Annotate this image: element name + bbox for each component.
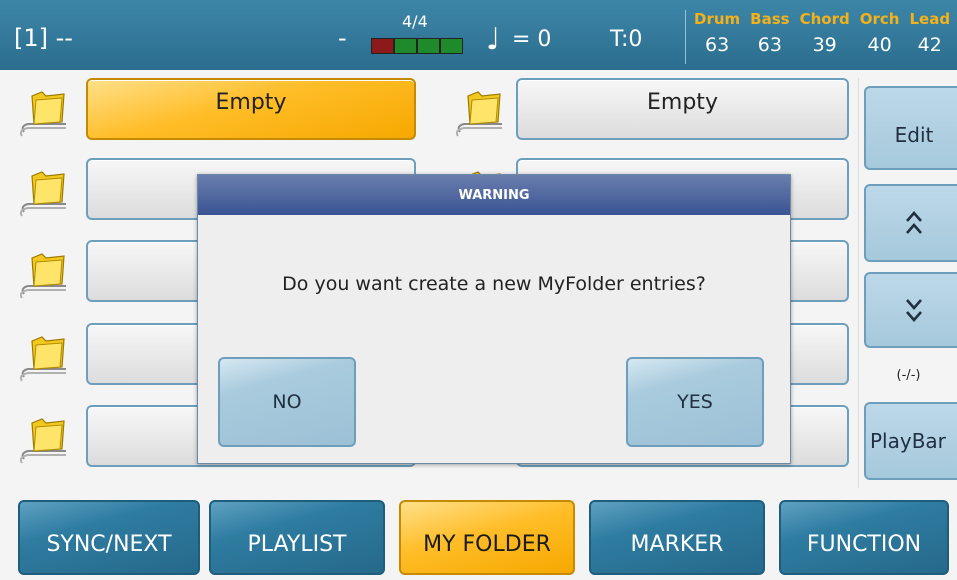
status-divider: [685, 10, 686, 64]
part-value: 63: [704, 34, 730, 56]
status-bar: [1] -- - 4/4 ♩ = 0 T:0 Drum 63 Bass 63 Cho…: [0, 0, 957, 70]
double-chevron-down-icon: [906, 299, 922, 322]
part-name: Lead: [909, 10, 951, 28]
side-panel: Edit (-/-) PlayBar: [858, 78, 957, 488]
folder-slot-right-1[interactable]: Empty: [516, 78, 849, 140]
tab-function[interactable]: FUNCTION: [779, 500, 949, 575]
dialog-title: WARNING: [198, 175, 790, 215]
playbar-button[interactable]: PlayBar: [864, 402, 957, 480]
page-indicator: (-/-): [896, 368, 921, 383]
folder-icon: [16, 158, 72, 228]
tab-marker[interactable]: MARKER: [589, 500, 765, 575]
tab-playlist[interactable]: PLAYLIST: [209, 500, 385, 575]
folder-icon: [16, 240, 72, 310]
folder-icon: [452, 78, 508, 148]
folder-icon: [16, 405, 72, 475]
part-orch: Orch 40: [860, 10, 900, 56]
part-name: Orch: [859, 10, 900, 28]
time-signature: 4/4: [402, 12, 428, 31]
quarter-note-icon: ♩: [486, 22, 501, 57]
beat-meter: [371, 38, 463, 54]
part-name: Bass: [750, 10, 790, 28]
part-value: 40: [867, 34, 892, 56]
tab-my-folder[interactable]: MY FOLDER: [399, 500, 575, 575]
scroll-up-button[interactable]: [864, 184, 957, 262]
part-lead: Lead 42: [909, 10, 950, 56]
no-button[interactable]: NO: [218, 357, 356, 447]
part-value: 63: [757, 34, 782, 56]
part-drum: Drum 63: [694, 10, 740, 56]
yes-button[interactable]: YES: [626, 357, 764, 447]
tempo-value: = 0: [512, 27, 552, 52]
part-name: Chord: [799, 10, 850, 28]
warning-dialog: WARNING Do you want create a new MyFolde…: [197, 174, 791, 464]
folder-icon: [16, 323, 72, 393]
part-value: 39: [812, 34, 837, 56]
double-chevron-up-icon: [906, 211, 922, 234]
scroll-down-button[interactable]: [864, 272, 957, 348]
edit-button[interactable]: Edit: [864, 86, 957, 170]
part-bass: Bass 63: [750, 10, 789, 56]
part-value: 42: [917, 34, 942, 56]
dialog-message: Do you want create a new MyFolder entrie…: [282, 273, 706, 295]
folder-slot-left-1[interactable]: Empty: [86, 78, 416, 140]
part-chord: Chord 39: [800, 10, 850, 56]
part-name: Drum: [694, 10, 741, 28]
folder-icon: [16, 78, 72, 148]
part-volumes: Drum 63 Bass 63 Chord 39 Orch 40 Lead 42: [694, 10, 950, 56]
tab-sync-next[interactable]: SYNC/NEXT: [18, 500, 200, 575]
status-dash: -: [338, 24, 347, 52]
song-slot: [1] --: [14, 24, 73, 52]
transpose-value: T:0: [610, 27, 643, 52]
